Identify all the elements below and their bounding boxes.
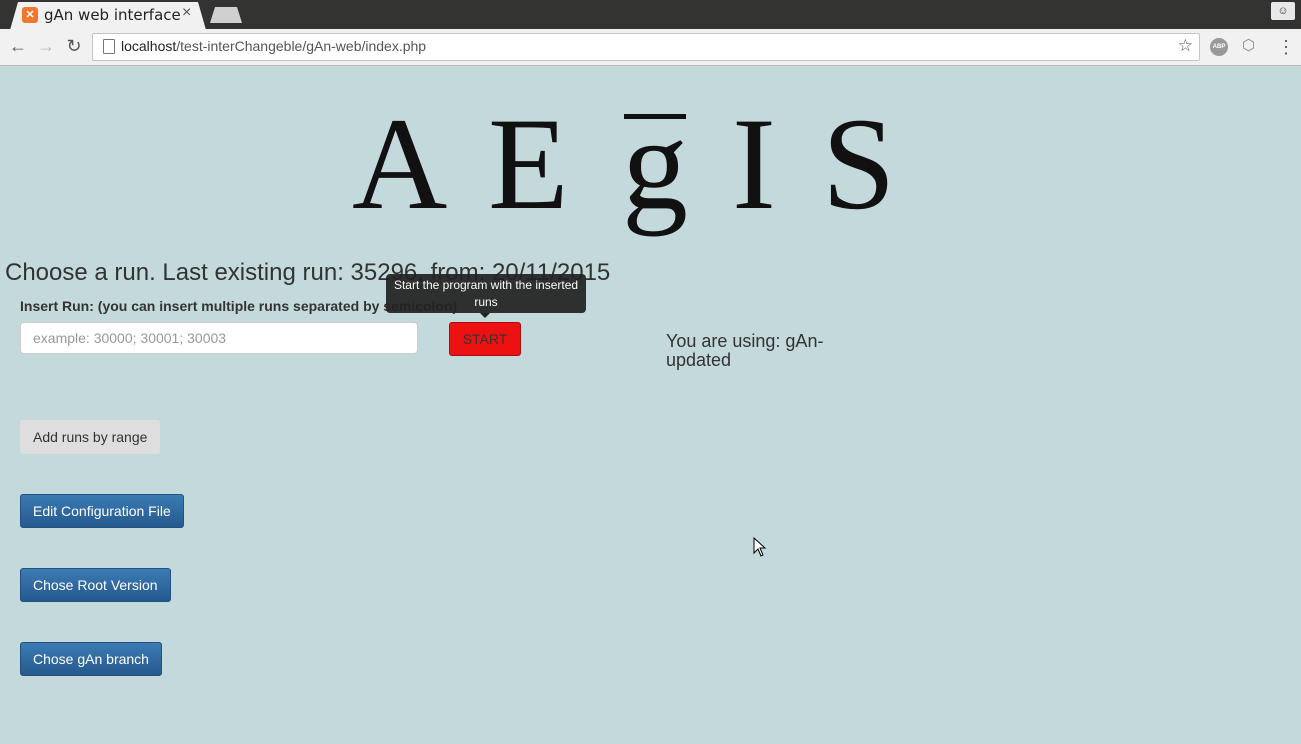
new-tab-button[interactable]	[210, 7, 242, 23]
cube-extension-icon[interactable]: ⬡	[1242, 38, 1258, 54]
logo-letter: S	[822, 90, 896, 237]
browser-toolbar: ← → ↻ localhost/test-interChangeble/gAn-…	[0, 29, 1301, 66]
reload-icon[interactable]: ↻	[63, 36, 85, 57]
aegis-logo: A E g I S	[350, 84, 900, 244]
logo-letter: A	[352, 90, 448, 237]
back-arrow-icon[interactable]: ←	[7, 36, 29, 57]
chose-root-version-button[interactable]: Chose Root Version	[20, 568, 171, 602]
browser-tabbar: ✕ gAn web interface × ☺	[0, 0, 1301, 30]
logo-letter: E	[488, 90, 569, 237]
add-runs-by-range-button[interactable]: Add runs by range	[20, 420, 161, 454]
browser-menu-icon[interactable]: ⋮	[1277, 37, 1295, 58]
logo-letter: g	[622, 90, 688, 237]
chose-gan-branch-button[interactable]: Chose gAn branch	[20, 642, 162, 676]
page-icon	[103, 39, 115, 54]
run-input[interactable]	[20, 322, 418, 354]
start-tooltip: Start the program with the inserted runs	[386, 274, 586, 313]
current-branch-text: You are using: gAn-updated	[666, 331, 824, 370]
url-path: /test-interChangeble/gAn-web/index.php	[176, 38, 427, 54]
tooltip-arrow	[480, 313, 490, 318]
adblock-extension-icon[interactable]: ABP	[1210, 38, 1228, 56]
tab-title: gAn web interface	[44, 6, 181, 24]
mouse-cursor-icon	[753, 537, 767, 557]
tab-close-icon[interactable]: ×	[182, 4, 191, 22]
edit-configuration-file-button[interactable]: Edit Configuration File	[20, 494, 184, 528]
bookmark-star-icon[interactable]: ☆	[1178, 36, 1193, 56]
start-button[interactable]: START	[449, 322, 521, 356]
xampp-favicon-icon: ✕	[22, 7, 38, 23]
logo-letter: I	[732, 90, 776, 237]
forward-arrow-icon[interactable]: →	[35, 36, 57, 57]
url-text: localhost/test-interChangeble/gAn-web/in…	[121, 38, 426, 54]
address-bar[interactable]: localhost/test-interChangeble/gAn-web/in…	[92, 33, 1200, 61]
profile-icon[interactable]: ☺	[1271, 2, 1295, 20]
url-host: localhost	[121, 38, 177, 54]
